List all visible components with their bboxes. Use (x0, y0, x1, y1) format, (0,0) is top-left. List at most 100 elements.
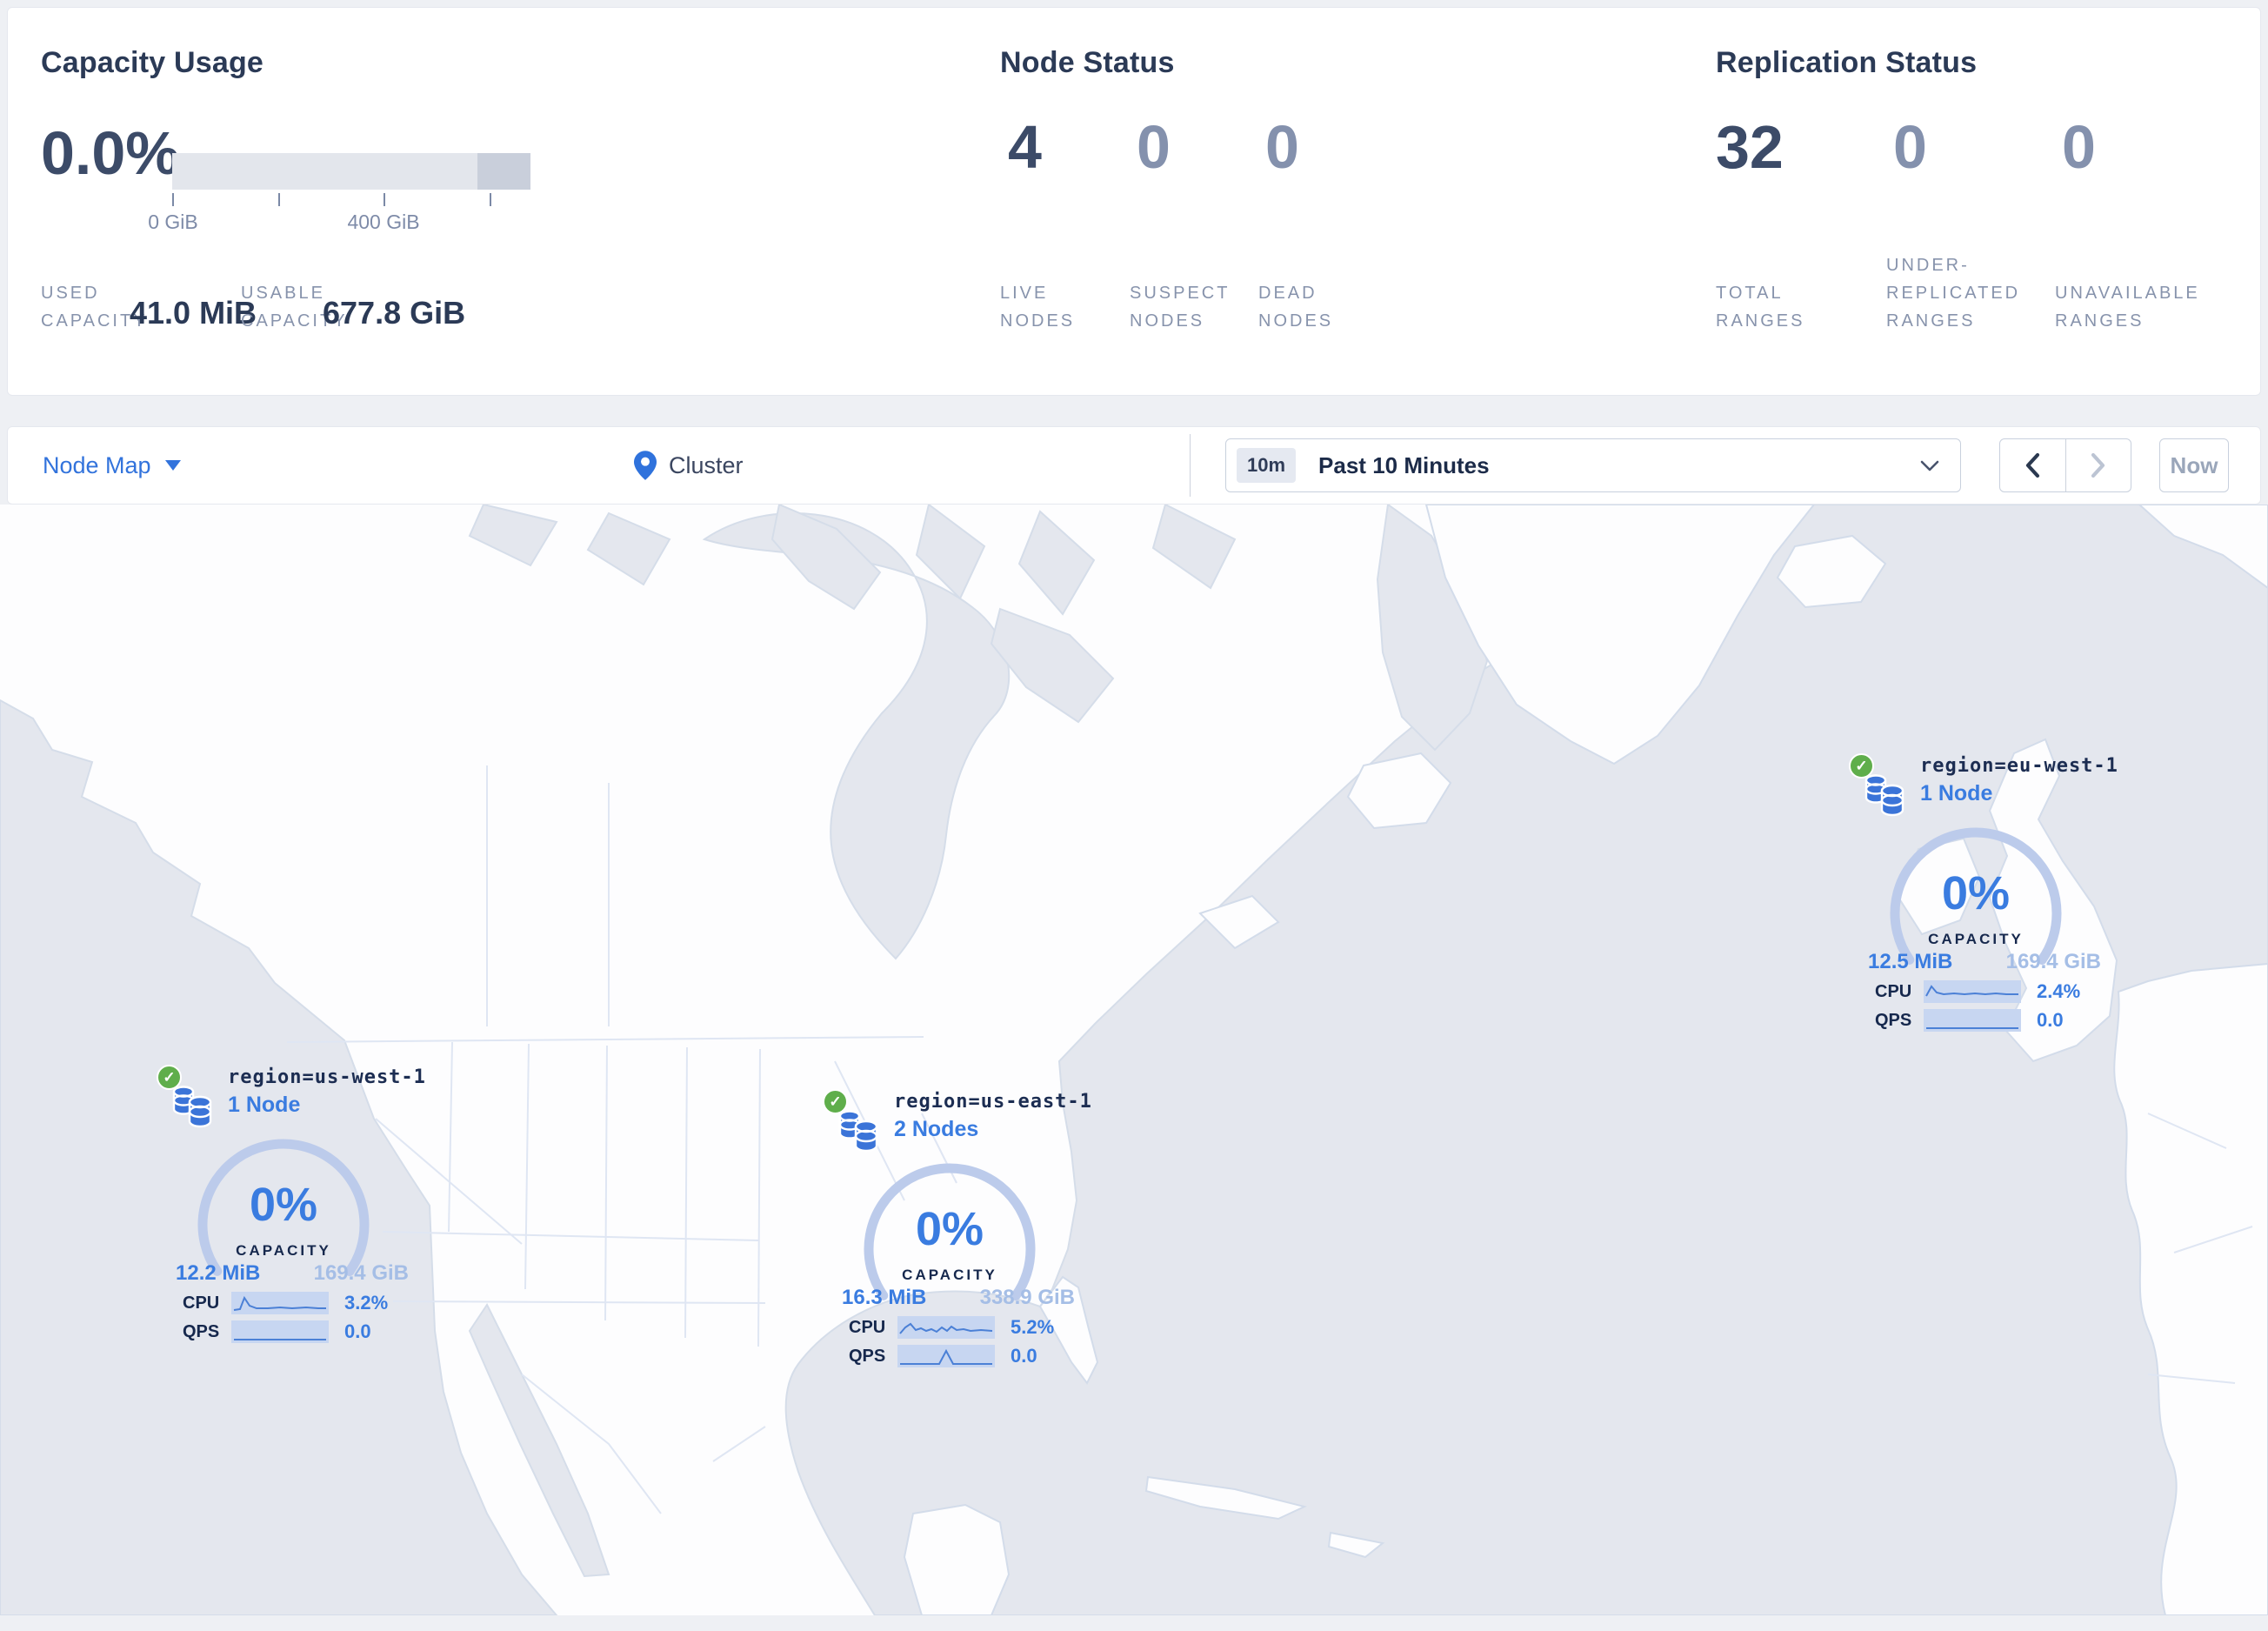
breadcrumb[interactable]: Cluster (634, 427, 744, 504)
map-border-state (757, 1048, 761, 1347)
unavailable-label: UNAVAILABLE RANGES (2055, 284, 2200, 331)
total-ranges-value: 32 (1716, 113, 1784, 181)
map-toolbar: Node Map Cluster 10m Past 10 Minutes Now (7, 426, 2261, 505)
capacity-gauge: 0% CAPACITY (195, 1136, 372, 1313)
capacity-bar-reserved-segment (477, 153, 530, 190)
now-button[interactable]: Now (2159, 438, 2229, 492)
capacity-axis-tick (278, 193, 280, 206)
map-border-state (392, 1300, 766, 1304)
gauge-percent: 0% (915, 1203, 984, 1255)
region-node-count: 1 Node (1920, 781, 1993, 805)
capacity-usage-bar (172, 153, 530, 190)
map-border-state (448, 1041, 453, 1233)
map-land-yucatan (903, 1503, 1011, 1615)
map-water-channel (586, 511, 671, 586)
suspect-nodes-value: 0 (1137, 113, 1171, 181)
cpu-value: 5.2% (1011, 1316, 1055, 1338)
map-border-us-canada (286, 1036, 924, 1043)
view-mode-dropdown[interactable]: Node Map (43, 427, 181, 504)
used-capacity-value: 41.0 MiB (130, 295, 257, 331)
database-stack-icon (172, 1086, 212, 1128)
map-border-state (684, 1046, 688, 1339)
cpu-value: 3.2% (344, 1292, 389, 1313)
map-pin-icon (634, 451, 657, 480)
suspect-nodes-label: SUSPECT NODES (1130, 284, 1231, 331)
capacity-axis-label-400: 400 GiB (347, 211, 420, 233)
cpu-value: 2.4% (2037, 980, 2081, 1002)
region-total-capacity: 169.4 GiB (2005, 950, 2101, 973)
live-nodes-value: 4 (1008, 113, 1042, 181)
map-water-channel (1017, 510, 1096, 616)
region-marker-us-east-1[interactable]: ✓ region=us-east-1 2 Nodes 0% CAPACITY 1… (823, 1087, 1091, 1376)
map-border-state (382, 1231, 759, 1241)
cpu-sparkline (231, 1292, 329, 1314)
chevron-left-icon (2026, 452, 2040, 478)
qps-sparkline (897, 1345, 995, 1367)
region-node-count: 2 Nodes (894, 1117, 979, 1141)
total-ranges-label: TOTAL RANGES (1716, 284, 1805, 331)
time-range-select[interactable]: 10m Past 10 Minutes (1225, 438, 1961, 492)
capacity-gauge: 0% CAPACITY (861, 1160, 1038, 1338)
dead-nodes-label: DEAD NODES (1258, 284, 1334, 331)
dead-nodes-value: 0 (1265, 113, 1299, 181)
time-range-prev-button[interactable] (2000, 439, 2065, 491)
map-water-channel (1151, 505, 1237, 590)
region-used-capacity: 12.5 MiB (1868, 950, 1953, 973)
capacity-gauge: 0% CAPACITY (1887, 825, 2065, 1002)
region-node-count: 1 Node (228, 1093, 301, 1117)
world-map (0, 505, 2268, 1615)
live-nodes-label: LIVE NODES (1000, 284, 1076, 331)
time-range-stepper (1999, 438, 2131, 492)
region-total-capacity: 338.9 GiB (979, 1286, 1075, 1309)
under-replicated-value: 0 (1893, 113, 1927, 181)
chevron-down-icon (1920, 460, 1939, 471)
map-border-state (604, 1045, 608, 1321)
qps-label: QPS (849, 1346, 886, 1366)
database-stack-icon (838, 1110, 878, 1153)
cluster-summary-panel: Capacity Usage 0.0% 0 GiB 400 GiB USED C… (7, 7, 2261, 396)
region-marker-us-west-1[interactable]: ✓ region=us-west-1 1 Node 0% CAPACITY 12… (157, 1063, 425, 1352)
toolbar-divider (1190, 434, 1191, 497)
region-total-capacity: 169.4 GiB (313, 1261, 409, 1285)
capacity-usage-title: Capacity Usage (41, 46, 264, 79)
region-name: region=eu-west-1 (1920, 755, 2118, 777)
map-water-channel (990, 607, 1115, 724)
map-border-state (712, 1426, 766, 1462)
qps-value: 0.0 (2037, 1009, 2064, 1031)
region-name: region=us-west-1 (228, 1066, 426, 1088)
cpu-label: CPU (1875, 981, 1912, 1001)
gauge-capacity-label: CAPACITY (902, 1267, 997, 1283)
qps-label: QPS (1875, 1010, 1912, 1030)
qps-label: QPS (183, 1321, 220, 1341)
qps-sparkline (231, 1320, 329, 1343)
node-status-title: Node Status (1000, 46, 1175, 79)
qps-value: 0.0 (1011, 1345, 1037, 1367)
breadcrumb-cluster-label: Cluster (669, 451, 744, 478)
usable-capacity-value: 677.8 GiB (323, 295, 466, 331)
capacity-axis-tick (490, 193, 491, 206)
page-footer-gutter (0, 1615, 2268, 1631)
replication-status-title: Replication Status (1716, 46, 1978, 79)
region-name: region=us-east-1 (894, 1091, 1092, 1113)
cpu-label: CPU (849, 1317, 886, 1337)
gauge-percent: 0% (1941, 867, 2011, 919)
region-used-capacity: 12.2 MiB (176, 1261, 261, 1285)
capacity-axis-tick (172, 193, 174, 206)
chevron-down-icon (164, 460, 181, 471)
map-border-state (524, 1043, 530, 1290)
time-range-next-button[interactable] (2065, 439, 2131, 491)
cpu-sparkline (897, 1316, 995, 1339)
region-marker-eu-west-1[interactable]: ✓ region=eu-west-1 1 Node 0% CAPACITY 12… (1849, 752, 2118, 1040)
unavailable-value: 0 (2062, 113, 2096, 181)
chevron-right-icon (2091, 452, 2105, 478)
capacity-axis-tick (384, 193, 385, 206)
time-range-badge: 10m (1237, 448, 1297, 483)
time-range-label: Past 10 Minutes (1318, 451, 1490, 478)
qps-sparkline (1924, 1009, 2021, 1032)
node-map[interactable]: ✓ region=us-west-1 1 Node 0% CAPACITY 12… (0, 505, 2268, 1615)
gauge-percent: 0% (249, 1179, 318, 1231)
map-water-channel (468, 505, 558, 567)
database-stack-icon (1864, 774, 1904, 817)
cpu-label: CPU (183, 1293, 220, 1313)
under-replicated-label: UNDER- REPLICATED RANGES (1886, 256, 2021, 331)
